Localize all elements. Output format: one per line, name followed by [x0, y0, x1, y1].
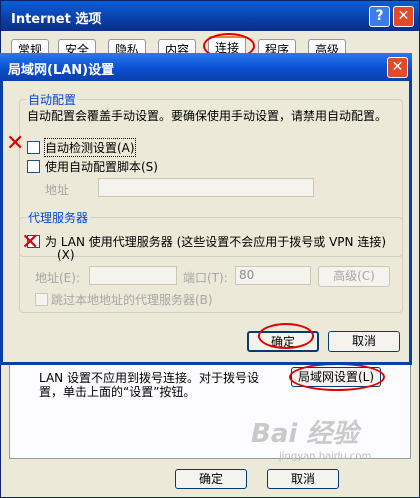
auto-script-label[interactable]: 使用自动配置脚本(S) — [45, 158, 158, 175]
ok-button-highlight-circle — [258, 323, 314, 349]
options-cancel-button[interactable]: 取消 — [267, 469, 339, 489]
lan-description-line1: LAN 设置不应用到拨号连接。对于拨号设 — [39, 371, 259, 385]
lan-dialog-title: 局域网(LAN)设置 — [8, 63, 115, 78]
cross-mark-auto-detect: ✕ — [6, 131, 25, 156]
options-ok-button[interactable]: 确定 — [175, 469, 247, 489]
auto-script-checkbox[interactable] — [27, 160, 40, 173]
lan-settings-dialog: 局域网(LAN)设置 ✕ 自动配置 自动配置会覆盖手动设置。要确保使用手动设置，… — [0, 53, 412, 365]
auto-detect-label[interactable]: 自动检测设置(A) — [44, 138, 136, 157]
use-proxy-label[interactable]: 为 LAN 使用代理服务器 (这些设置不会应用于拨号或 VPN 连接) — [45, 233, 386, 250]
script-address-label: 地址 — [45, 183, 70, 197]
auto-config-description: 自动配置会覆盖手动设置。要确保使用手动设置，请禁用自动配置。 — [27, 109, 388, 123]
watermark-url: jingyan.baidu.com — [279, 451, 372, 462]
internet-options-titlebar: Internet 选项 ? ✕ — [1, 1, 419, 31]
close-icon[interactable]: ✕ — [393, 6, 414, 27]
auto-config-title: 自动配置 — [26, 91, 79, 108]
watermark-logo: Bai 经验 — [251, 419, 359, 449]
proxy-address-label: 地址(E): — [35, 271, 80, 285]
lan-description-line2: 置，单击上面的“设置”按钮。 — [39, 385, 196, 399]
proxy-address-input[interactable] — [89, 266, 177, 285]
help-icon[interactable]: ? — [369, 6, 390, 27]
proxy-port-label: 端口(T): — [183, 271, 228, 285]
proxy-port-input[interactable]: 80 — [235, 266, 311, 285]
cross-mark-use-proxy: ✕ — [21, 230, 40, 255]
lan-settings-description: LAN 设置不应用到拨号连接。对于拨号设 置，单击上面的“设置”按钮。 — [39, 371, 289, 399]
advanced-button[interactable]: 高级(C) — [318, 266, 390, 287]
bypass-local-checkbox[interactable] — [35, 293, 48, 306]
internet-options-title: Internet 选项 — [11, 12, 102, 27]
bypass-local-label[interactable]: 跳过本地地址的代理服务器(B) — [51, 291, 213, 308]
dialog-cancel-button[interactable]: 取消 — [328, 331, 400, 352]
lan-dialog-titlebar: 局域网(LAN)设置 ✕ — [0, 53, 412, 81]
dialog-close-icon[interactable]: ✕ — [387, 57, 408, 78]
lan-button-highlight-circle — [289, 363, 385, 391]
proxy-title: 代理服务器 — [26, 209, 91, 226]
script-address-input[interactable] — [98, 178, 314, 197]
use-proxy-hotkey: (X) — [57, 248, 75, 262]
auto-detect-checkbox[interactable] — [27, 141, 40, 154]
